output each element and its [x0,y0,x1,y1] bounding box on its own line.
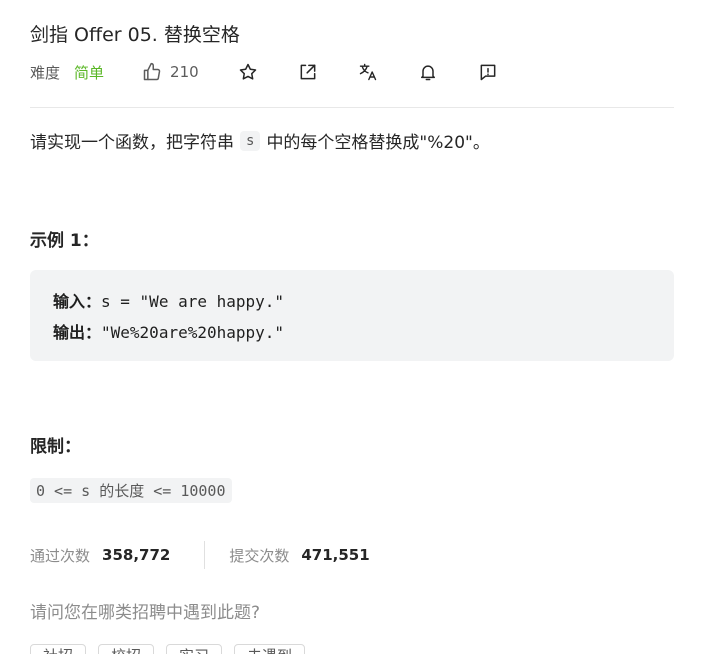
difficulty-value: 简单 [74,63,105,82]
interview-question: 请问您在哪类招聘中遇到此题? [30,603,261,623]
difficulty-label: 难度 [30,63,61,82]
translate-button[interactable] [357,61,379,83]
example-input-value: s = "We are happy." [101,292,285,311]
problem-description: 请实现一个函数，把字符串 s 中的每个空格替换成"%20"。 [30,128,490,153]
constraints-heading: 限制： [30,437,81,457]
stats-separator [204,541,206,569]
example-block: 输入：s = "We are happy." 输出："We%20are%20ha… [30,270,674,361]
meta-divider [30,107,674,108]
feedback-button[interactable] [477,61,499,83]
submitted-label: 提交次数 [229,546,290,565]
notification-button[interactable] [417,61,439,83]
star-icon [238,62,258,82]
accepted-value: 358,772 [102,546,171,564]
description-text-before: 请实现一个函数，把字符串 [30,133,234,153]
like-count: 210 [170,63,199,81]
example-input-label: 输入： [53,292,102,311]
submission-stats: 通过次数 358,772 提交次数 471,551 [30,540,370,570]
example-heading: 示例 1： [30,231,99,251]
like-button[interactable]: 210 [142,62,199,82]
tag-not-encountered[interactable]: 未遇到 [234,644,306,654]
bell-icon [418,62,438,82]
thumbs-up-icon [142,62,170,82]
constraint-code: 0 <= s 的长度 <= 10000 [30,478,232,503]
interview-tags: 社招 校招 实习 未遇到 [30,644,317,654]
favorite-button[interactable] [237,61,259,83]
example-output-label: 输出： [53,323,102,342]
problem-title: 剑指 Offer 05. 替换空格 [30,24,240,46]
translate-icon [358,62,378,82]
tag-social-hire[interactable]: 社招 [30,644,87,654]
example-input-line: 输入：s = "We are happy." [53,286,651,317]
feedback-icon [478,62,498,82]
description-inline-code: s [240,130,261,151]
share-icon [298,62,318,82]
example-output-line: 输出："We%20are%20happy." [53,317,651,348]
share-button[interactable] [297,61,319,83]
submitted-value: 471,551 [301,546,370,564]
tag-campus-hire[interactable]: 校招 [98,644,155,654]
accepted-label: 通过次数 [30,546,91,565]
description-text-after: 中的每个空格替换成"%20"。 [266,133,490,153]
tag-internship[interactable]: 实习 [166,644,223,654]
example-output-value: "We%20are%20happy." [101,323,285,342]
problem-meta-bar: 难度 简单 210 [30,60,499,84]
